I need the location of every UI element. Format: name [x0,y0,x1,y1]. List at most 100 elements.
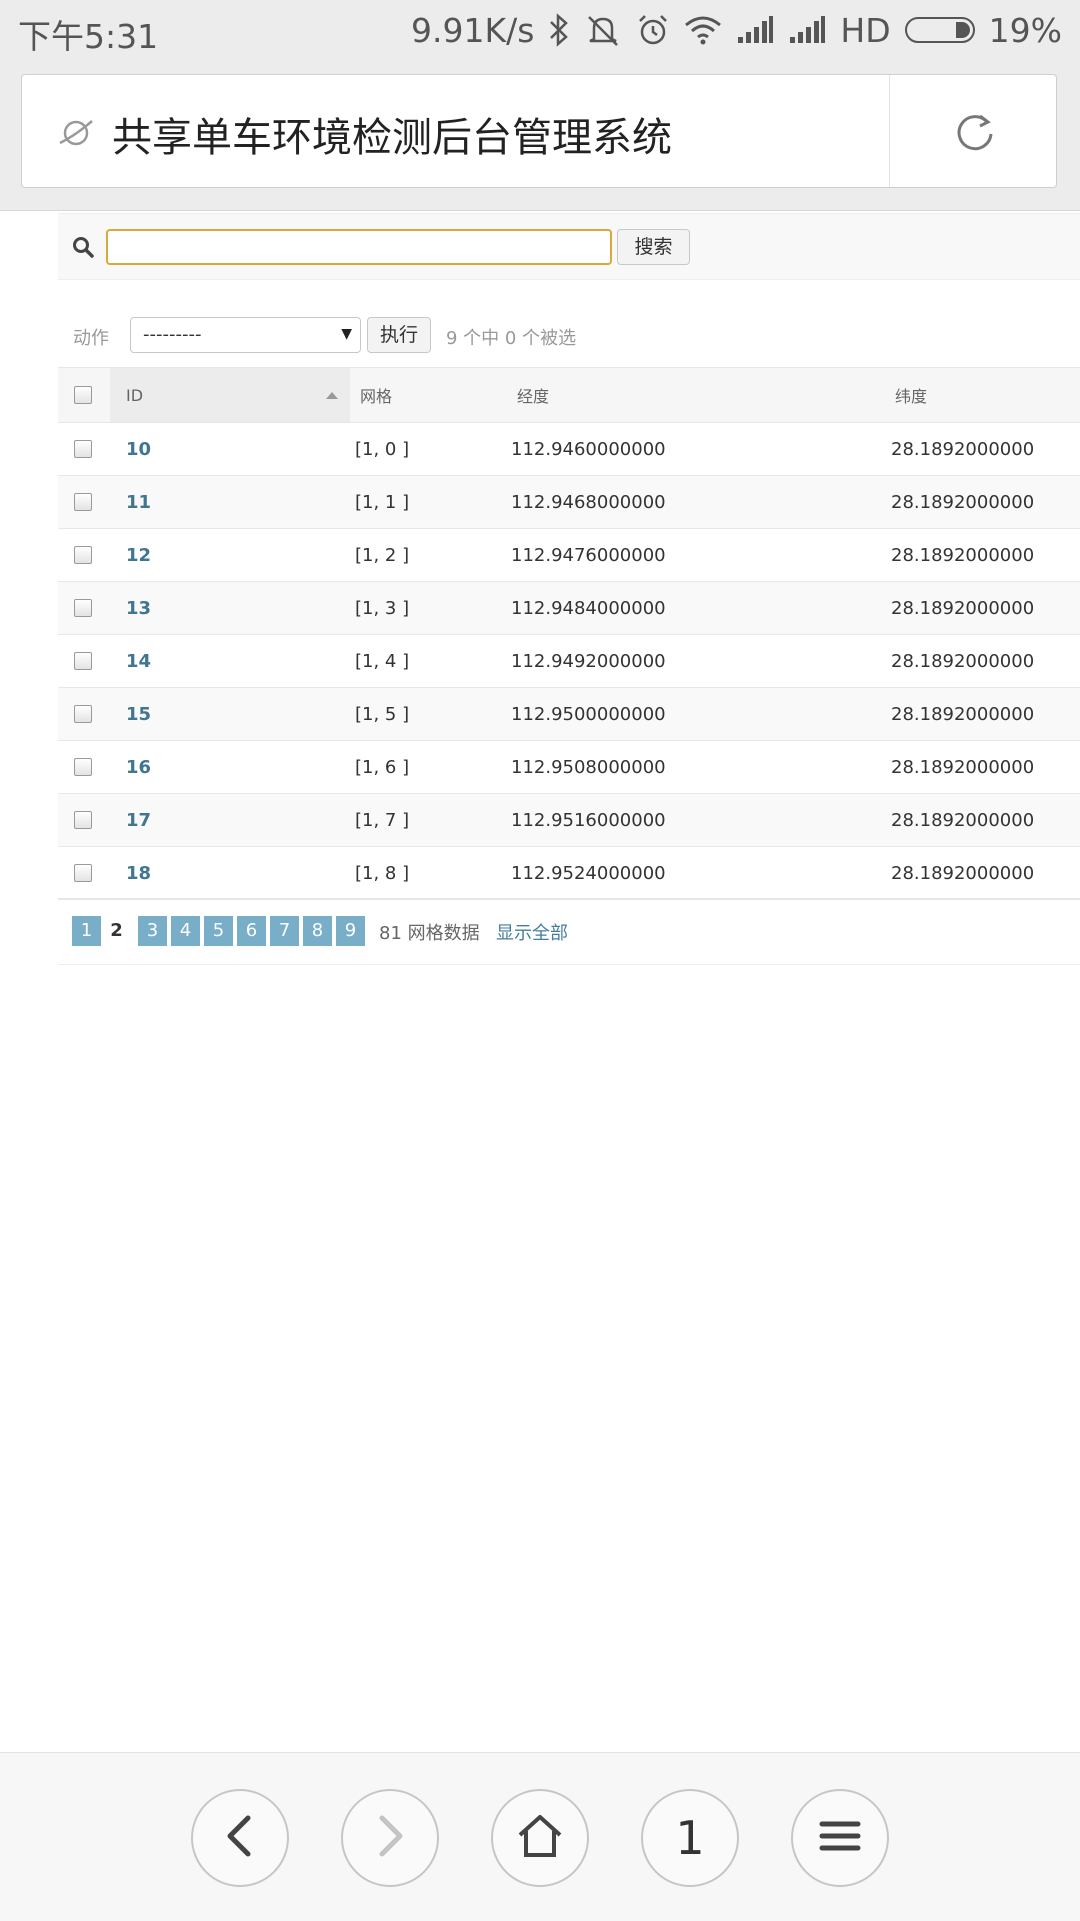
network-type: HD [840,10,891,50]
row-id-link[interactable]: 14 [126,651,151,672]
column-header-latitude[interactable]: 纬度 [883,367,1080,423]
grid-cell: [1, 3 ] [350,581,505,635]
page-link[interactable]: 6 [237,916,266,946]
row-select-cell [58,475,110,529]
longitude-cell: 112.9468000000 [505,475,883,529]
home-button[interactable] [491,1789,589,1887]
id-cell: 15 [110,687,350,741]
row-select-cell [58,581,110,635]
longitude-cell: 112.9516000000 [505,793,883,847]
row-select-cell [58,846,110,900]
id-cell: 10 [110,422,350,476]
id-cell: 17 [110,793,350,847]
row-checkbox[interactable] [74,599,92,617]
row-id-link[interactable]: 16 [126,757,151,778]
grid-cell: [1, 0 ] [350,422,505,476]
column-header-id[interactable]: ID [110,367,350,423]
row-checkbox[interactable] [74,652,92,670]
page-link[interactable]: 3 [138,916,167,946]
planet-icon [56,113,96,153]
status-time: 下午5:31 [18,17,159,56]
latitude-cell: 28.1892000000 [883,581,1080,635]
id-cell: 14 [110,634,350,688]
row-id-link[interactable]: 12 [126,545,151,566]
page-title[interactable]: 共享单车环境检测后台管理系统 [112,105,672,163]
chevron-left-icon [222,1814,258,1862]
show-all-link[interactable]: 显示全部 [496,919,568,945]
table-row: 15 [1, 5 ] 112.9500000000 28.1892000000 [58,687,1080,741]
latitude-cell: 28.1892000000 [883,793,1080,847]
row-id-link[interactable]: 15 [126,704,151,725]
row-checkbox[interactable] [74,546,92,564]
longitude-cell: 112.9500000000 [505,687,883,741]
row-checkbox[interactable] [74,811,92,829]
search-button[interactable]: 搜索 [617,229,690,265]
table-row: 11 [1, 1 ] 112.9468000000 28.1892000000 [58,475,1080,529]
tabs-button[interactable]: 1 [641,1789,739,1887]
table-row: 12 [1, 2 ] 112.9476000000 28.1892000000 [58,528,1080,582]
id-cell: 18 [110,846,350,900]
execute-button[interactable]: 执行 [367,317,431,353]
row-checkbox[interactable] [74,758,92,776]
row-id-link[interactable]: 13 [126,598,151,619]
sort-ascending-icon[interactable] [326,392,338,399]
reload-icon[interactable] [952,109,998,155]
page-link[interactable]: 1 [72,916,101,946]
grid-cell: [1, 6 ] [350,740,505,794]
row-select-cell [58,528,110,582]
page-link[interactable]: 7 [270,916,299,946]
dropdown-arrow-icon: ▼ [341,326,352,342]
back-button[interactable] [191,1789,289,1887]
longitude-cell: 112.9460000000 [505,422,883,476]
select-all-checkbox[interactable] [74,386,92,404]
page-link[interactable]: 9 [336,916,365,946]
table-row: 17 [1, 7 ] 112.9516000000 28.1892000000 [58,793,1080,847]
page-link[interactable]: 8 [303,916,332,946]
forward-button[interactable] [341,1789,439,1887]
mute-icon [584,13,622,47]
longitude-cell: 112.9484000000 [505,581,883,635]
row-select-cell [58,422,110,476]
latitude-cell: 28.1892000000 [883,422,1080,476]
home-icon [516,1813,564,1863]
longitude-cell: 112.9524000000 [505,846,883,900]
status-bar: 下午5:31 9.91K/s HD 19% [0,0,1080,60]
row-checkbox[interactable] [74,864,92,882]
row-id-link[interactable]: 17 [126,810,151,831]
column-header-grid[interactable]: 网格 [350,367,505,423]
id-cell: 12 [110,528,350,582]
row-checkbox[interactable] [74,440,92,458]
paginator: 81 网格数据 显示全部 123456789 [58,898,1080,965]
row-id-link[interactable]: 11 [126,492,151,513]
table-body: 10 [1, 0 ] 112.9460000000 28.1892000000 11 [1… [58,422,1080,900]
row-id-link[interactable]: 10 [126,439,151,460]
hamburger-menu-icon [818,1818,862,1858]
column-header-longitude[interactable]: 经度 [505,367,883,423]
menu-button[interactable] [791,1789,889,1887]
divider [889,75,890,187]
latitude-cell: 28.1892000000 [883,846,1080,900]
battery-percent: 19% [988,10,1062,50]
action-select[interactable]: --------- ▼ [130,317,361,353]
grid-cell: [1, 1 ] [350,475,505,529]
row-id-link[interactable]: 18 [126,863,151,884]
result-count: 81 网格数据 [379,923,480,944]
id-cell: 16 [110,740,350,794]
wifi-icon [684,15,722,45]
table-row: 18 [1, 8 ] 112.9524000000 28.1892000000 [58,846,1080,900]
row-select-cell [58,687,110,741]
search-input[interactable] [106,229,612,265]
table-row: 16 [1, 6 ] 112.9508000000 28.1892000000 [58,740,1080,794]
page-link[interactable]: 5 [204,916,233,946]
longitude-cell: 112.9476000000 [505,528,883,582]
page-current: 2 [110,920,123,941]
grid-cell: [1, 7 ] [350,793,505,847]
address-bar[interactable]: 共享单车环境检测后台管理系统 [21,74,1057,188]
page-link[interactable]: 4 [171,916,200,946]
action-select-value: --------- [143,324,202,345]
network-speed: 9.91K/s [410,10,535,50]
row-checkbox[interactable] [74,705,92,723]
row-checkbox[interactable] [74,493,92,511]
select-all-cell [58,367,110,423]
id-cell: 13 [110,581,350,635]
